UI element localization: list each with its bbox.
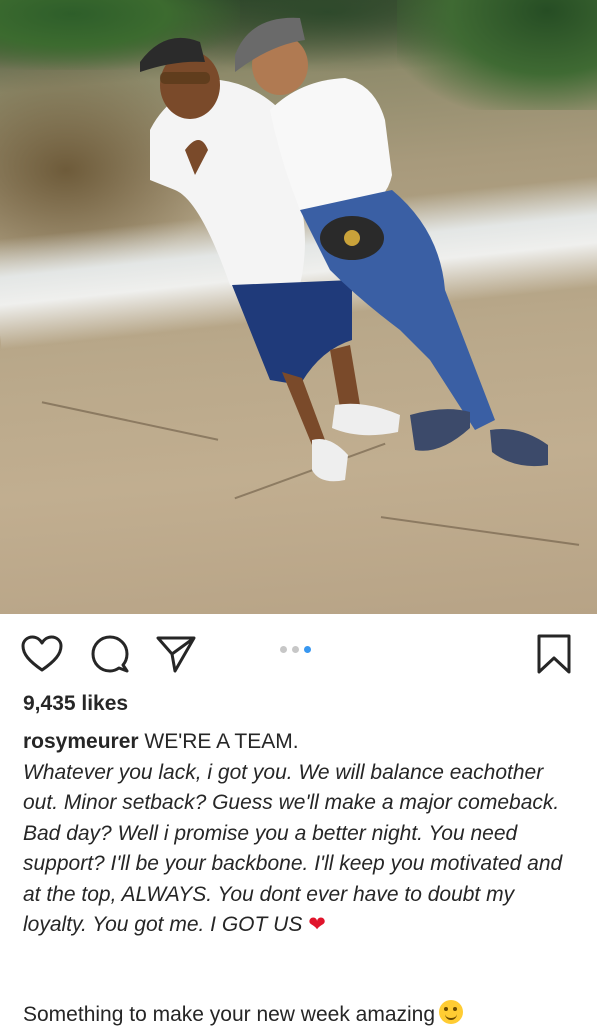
smiling-face-emoji-icon [439,1000,464,1024]
carousel-indicator [280,646,311,653]
share-icon[interactable] [154,632,198,676]
bookmark-icon[interactable] [532,632,576,676]
couple-figures [140,17,548,482]
comment-icon[interactable] [88,632,132,676]
carousel-dot [292,646,299,653]
caption-title: WE'RE A TEAM. [144,730,299,753]
heart-icon[interactable] [20,632,64,676]
like-count[interactable]: 9,435 likes [23,692,128,716]
caption-body: Whatever you lack, i got you. We will ba… [23,760,563,937]
caption-extra-line: Something to make your new week amazing [23,1000,464,1027]
carousel-dot-active [304,646,311,653]
caption-extra-text: Something to make your new week amazing [23,1003,436,1026]
post-photo[interactable] [0,0,597,614]
carousel-dot [280,646,287,653]
caption-username[interactable]: rosymeurer [23,730,139,753]
red-heart-emoji-icon: ❤ [308,913,326,936]
post-caption: rosymeurer WE'RE A TEAM. Whatever you la… [23,727,583,941]
